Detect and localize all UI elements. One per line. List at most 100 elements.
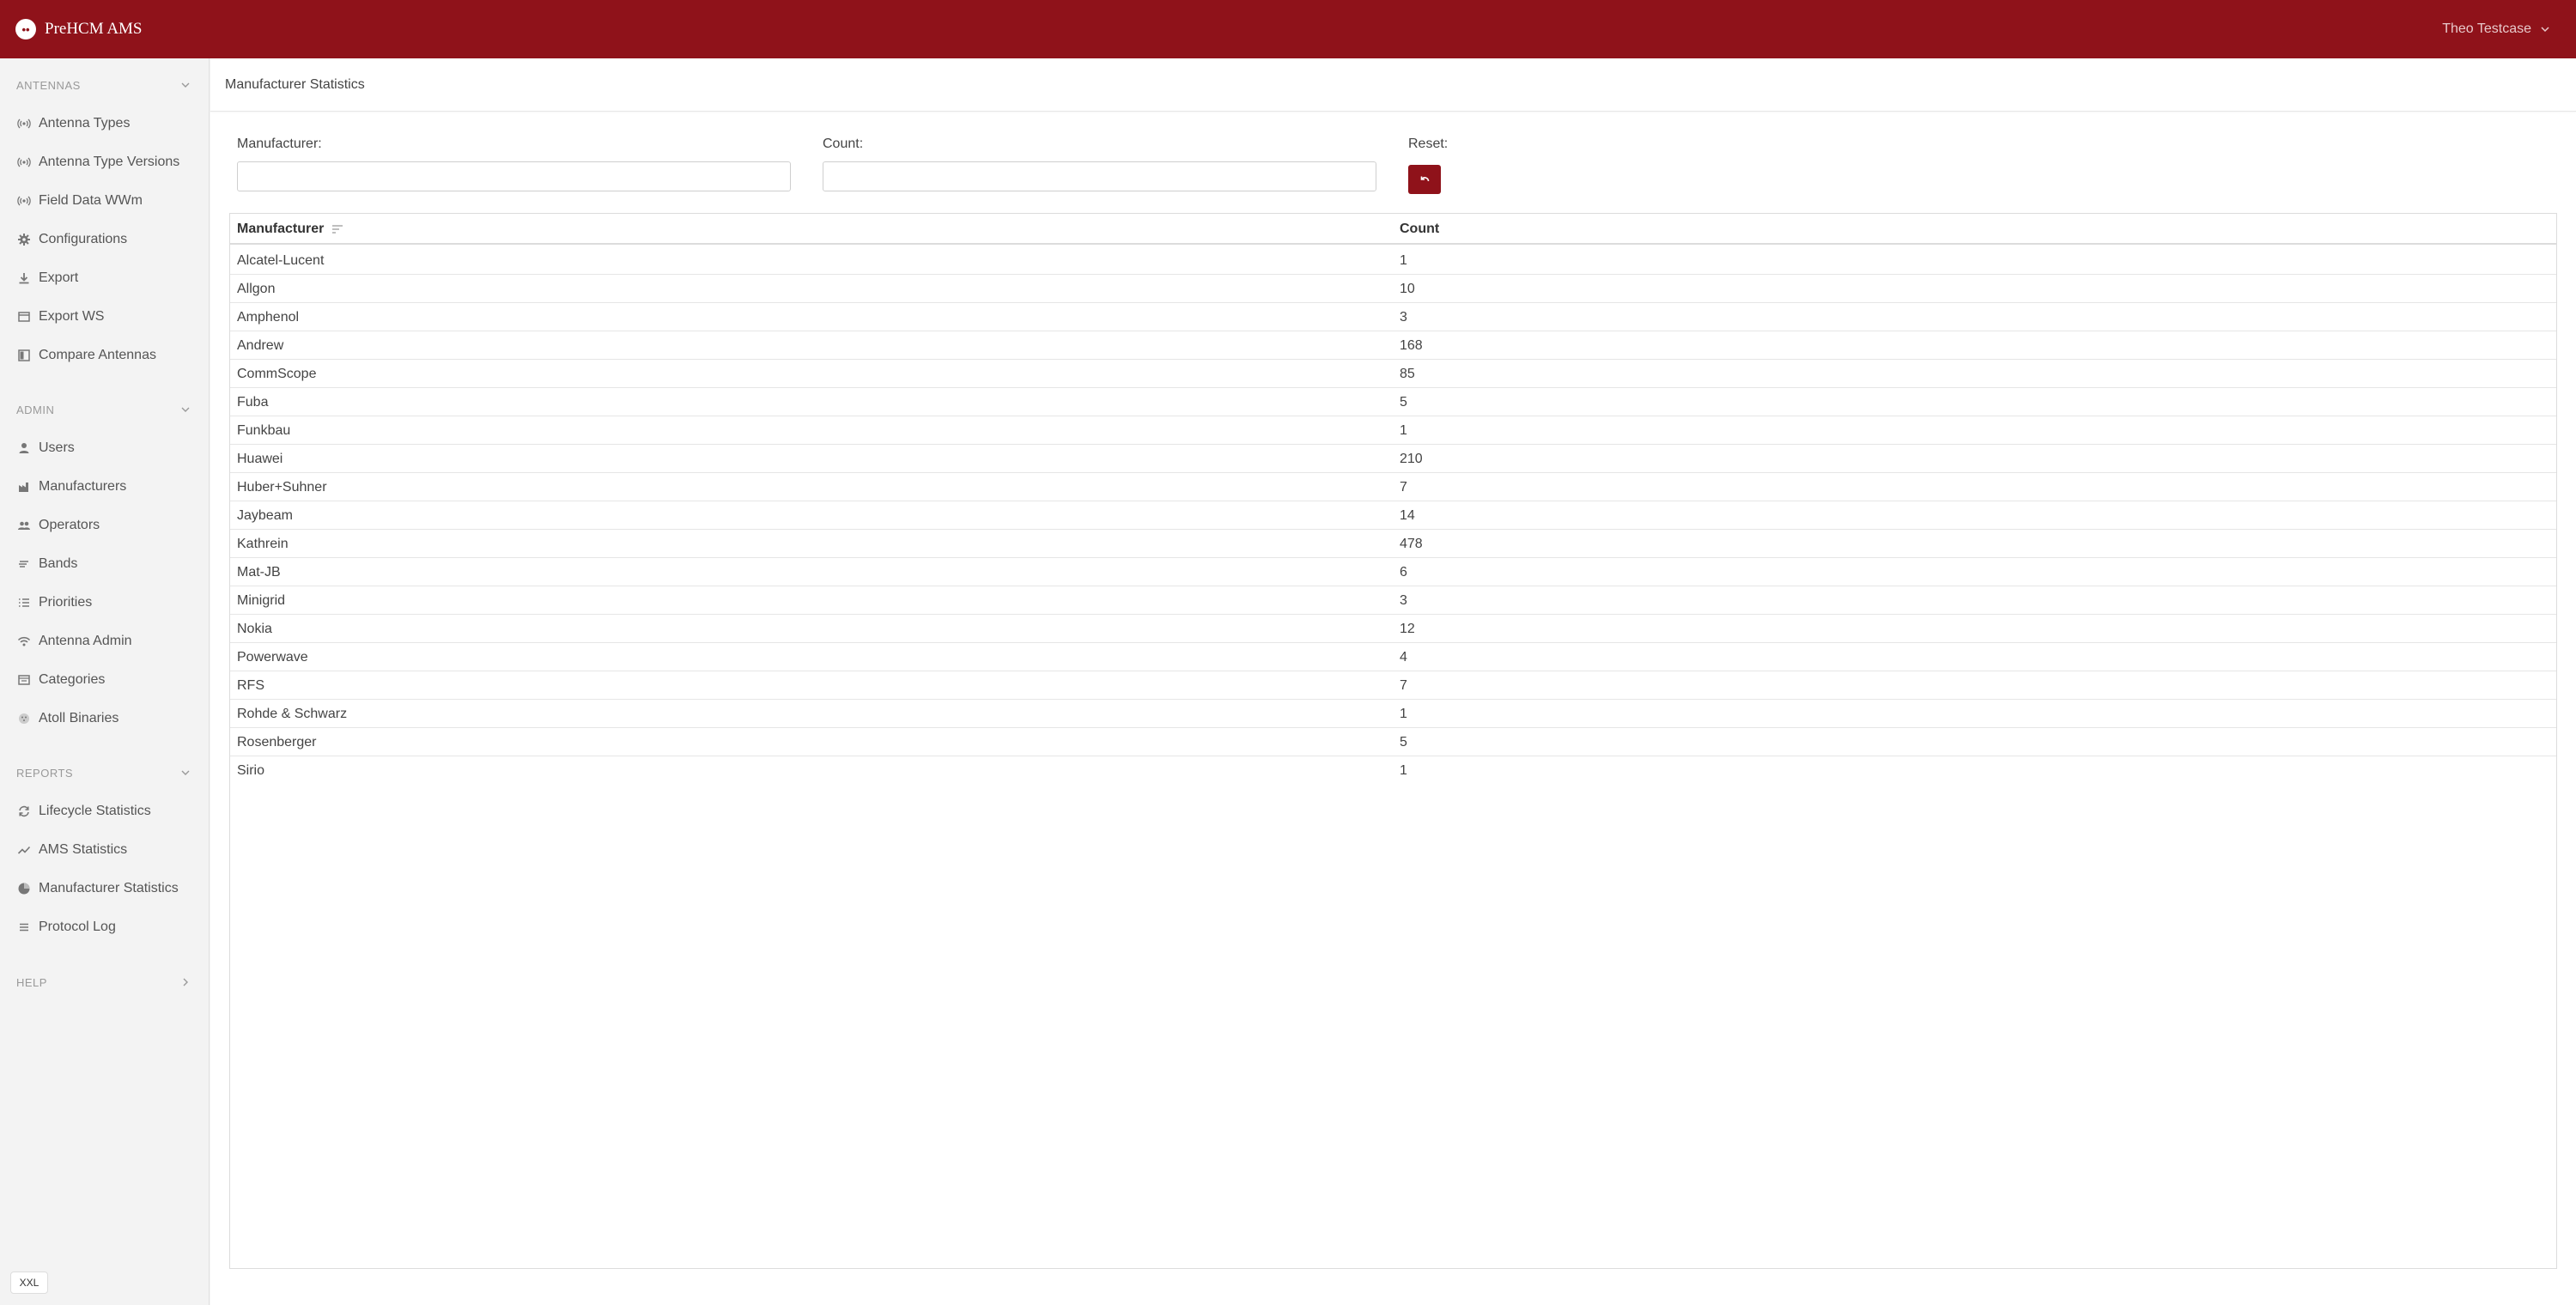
table-row[interactable]: Fuba 5 <box>230 388 2556 416</box>
table-row[interactable]: Huber+Suhner 7 <box>230 473 2556 501</box>
count-cell: 1 <box>1400 762 1407 778</box>
sidebar-item-antenna-types[interactable]: Antenna Types <box>0 106 210 141</box>
sidebar-item-label: Manufacturers <box>39 479 127 494</box>
pie-icon <box>18 883 30 895</box>
column-header-label: Count <box>1400 222 1440 236</box>
manufacturer-cell: Allgon <box>237 281 276 296</box>
sidebar-item-antenna-admin[interactable]: Antenna Admin <box>0 624 210 659</box>
manufacturer-cell: Minigrid <box>237 592 286 608</box>
manufacturer-cell: Sirio <box>237 762 265 778</box>
table-row[interactable]: Huawei 210 <box>230 445 2556 473</box>
manufacturer-cell: Mat-JB <box>237 564 281 580</box>
chevron-right-icon <box>183 978 188 986</box>
wifi-icon <box>17 636 31 646</box>
logo-glyph: •• <box>21 22 30 36</box>
sidebar-section-reports[interactable]: REPORTS <box>0 760 210 786</box>
count-cell: 1 <box>1400 422 1407 438</box>
top-bar: •• PreHCM AMS Theo Testcase <box>0 0 2576 58</box>
user-menu[interactable]: Theo Testcase <box>2442 0 2550 58</box>
manufacturer-cell: Rosenberger <box>237 734 317 750</box>
sidebar-item-label: Bands <box>39 556 78 571</box>
table-row[interactable]: Mat-JB 6 <box>230 558 2556 586</box>
manufacturer-cell: Amphenol <box>237 309 300 325</box>
sidebar-item-label: AMS Statistics <box>39 842 128 857</box>
main-content: Manufacturer Statistics Manufacturer: Co… <box>210 58 2576 1305</box>
sidebar-item-antenna-type-versions[interactable]: Antenna Type Versions <box>0 145 210 179</box>
sidebar-item-export[interactable]: Export <box>0 261 210 295</box>
table-row[interactable]: Nokia 12 <box>230 615 2556 643</box>
sidebar-item-label: Manufacturer Statistics <box>39 881 179 895</box>
table-row[interactable]: Powerwave 4 <box>230 643 2556 671</box>
sidebar-item-ams-statistics[interactable]: AMS Statistics <box>0 833 210 867</box>
sidebar-item-field-data-wwm[interactable]: Field Data WWm <box>0 184 210 218</box>
sidebar-item-users[interactable]: Users <box>0 431 210 465</box>
sidebar-item-categories[interactable]: Categories <box>0 663 210 697</box>
sidebar-item-label: Antenna Type Versions <box>39 155 180 169</box>
count-cell: 6 <box>1400 564 1407 580</box>
sidebar-item-atoll-binaries[interactable]: Atoll Binaries <box>0 701 210 736</box>
sidebar-item-protocol-log[interactable]: Protocol Log <box>0 910 210 944</box>
sidebar-section-help[interactable]: HELP <box>0 969 210 995</box>
manufacturer-cell: Jaybeam <box>237 507 293 523</box>
count-filter-input[interactable] <box>823 161 1376 191</box>
bands-icon <box>19 561 28 568</box>
chevron-down-icon <box>2541 27 2549 33</box>
reset-label: Reset: <box>1408 137 1449 151</box>
count-cell: 3 <box>1400 309 1407 325</box>
sidebar-item-compare-antennas[interactable]: Compare Antennas <box>0 338 210 373</box>
table-row[interactable]: Kathrein 478 <box>230 530 2556 558</box>
chevron-down-icon <box>181 407 190 412</box>
table-row[interactable]: Jaybeam 14 <box>230 501 2556 530</box>
undo-icon <box>1420 176 1430 182</box>
sidebar-section-admin[interactable]: ADMIN <box>0 397 210 422</box>
sidebar-item-lifecycle-statistics[interactable]: Lifecycle Statistics <box>0 794 210 829</box>
trend-icon <box>17 846 31 854</box>
group-icon <box>18 521 30 530</box>
count-filter-label: Count: <box>823 137 864 151</box>
sidebar-item-label: Users <box>39 440 75 455</box>
column-header-count[interactable]: Count <box>1400 214 1439 245</box>
table-row[interactable]: Minigrid 3 <box>230 586 2556 615</box>
table-row[interactable]: Rosenberger 5 <box>230 728 2556 756</box>
table-row[interactable]: RFS 7 <box>230 671 2556 700</box>
table-row[interactable]: Rohde & Schwarz 1 <box>230 700 2556 728</box>
log-icon <box>20 923 28 932</box>
sort-icon <box>332 225 343 234</box>
table-row[interactable]: Andrew 168 <box>230 331 2556 360</box>
viewport-size-badge: XXL <box>10 1272 48 1294</box>
table-row[interactable]: Funkbau 1 <box>230 416 2556 445</box>
count-cell: 10 <box>1400 281 1415 296</box>
table-row[interactable]: Alcatel-Lucent 1 <box>230 246 2556 275</box>
table-row[interactable]: Allgon 10 <box>230 275 2556 303</box>
sidebar-item-export-ws[interactable]: Export WS <box>0 300 210 334</box>
count-cell: 5 <box>1400 394 1407 410</box>
sidebar-item-label: Compare Antennas <box>39 348 156 362</box>
manufacturer-cell: Fuba <box>237 394 269 410</box>
sidebar-item-manufacturers[interactable]: Manufacturers <box>0 470 210 504</box>
sidebar-item-bands[interactable]: Bands <box>0 547 210 581</box>
chevron-down-icon <box>181 770 190 775</box>
sidebar-item-configurations[interactable]: Configurations <box>0 222 210 257</box>
sidebar-item-label: Operators <box>39 518 100 532</box>
reset-button[interactable] <box>1408 165 1441 194</box>
app-logo-icon: •• <box>15 19 36 39</box>
sidebar-item-manufacturer-statistics[interactable]: Manufacturer Statistics <box>0 871 210 906</box>
compare-icon <box>18 349 30 361</box>
table-row[interactable]: Sirio 1 <box>230 756 2556 785</box>
sidebar-item-operators[interactable]: Operators <box>0 508 210 543</box>
count-cell: 168 <box>1400 337 1423 353</box>
user-name: Theo Testcase <box>2442 21 2531 36</box>
sidebar-item-priorities[interactable]: Priorities <box>0 586 210 620</box>
table-row[interactable]: Amphenol 3 <box>230 303 2556 331</box>
brand[interactable]: •• PreHCM AMS <box>15 0 143 58</box>
column-header-manufacturer[interactable]: Manufacturer <box>237 214 344 245</box>
count-cell: 4 <box>1400 649 1407 665</box>
dots-icon <box>19 713 29 724</box>
count-cell: 5 <box>1400 734 1407 750</box>
table-row[interactable]: CommScope 85 <box>230 360 2556 388</box>
column-header-label: Manufacturer <box>237 222 325 236</box>
manufacturer-filter-input[interactable] <box>237 161 791 191</box>
sidebar-section-antennas[interactable]: ANTENNAS <box>0 72 210 98</box>
gear-icon <box>18 234 30 246</box>
sidebar-item-label: Export WS <box>39 309 105 324</box>
